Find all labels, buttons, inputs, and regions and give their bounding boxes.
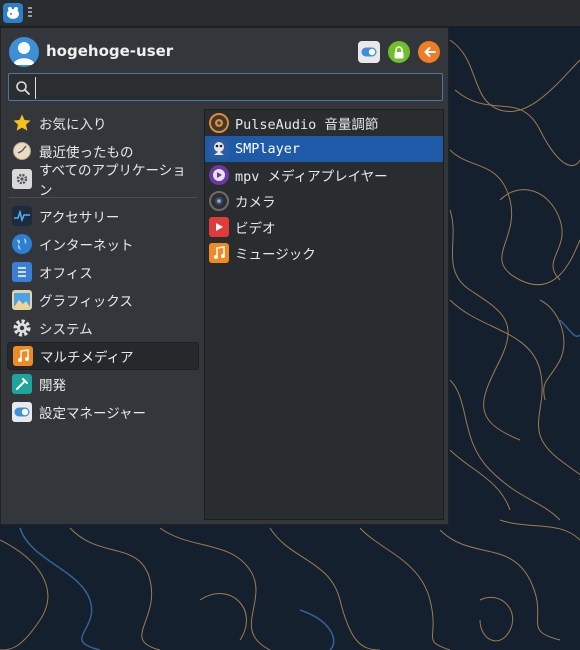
category-office[interactable]: オフィス — [7, 258, 199, 286]
app-label: PulseAudio 音量調節 — [235, 117, 379, 133]
arrow-left-icon — [424, 47, 436, 57]
category-label: 開発 — [39, 378, 66, 394]
app-label: ミュージック — [235, 247, 316, 263]
development-icon — [12, 374, 32, 394]
user-row: hogehoge-user — [9, 37, 440, 67]
xfce-mouse-icon — [7, 7, 19, 19]
apps-gear-icon — [12, 169, 32, 189]
lock-icon — [394, 45, 404, 58]
category-list: お気に入り 最近使ったもの すべてのアプリケーション アクセサリー インターネッ… — [7, 109, 199, 426]
app-label: カメラ — [235, 195, 276, 211]
application-menu: hogehoge-user お気に入り 最近使ったもの すべてのアプリケーション… — [0, 27, 449, 525]
top-panel — [0, 0, 580, 27]
settings-toggle-icon — [12, 402, 32, 422]
app-item-pulseaudio[interactable]: PulseAudio 音量調節 — [205, 110, 443, 136]
video-icon — [209, 217, 229, 237]
search-box — [8, 73, 443, 101]
app-item-mpv[interactable]: mpv メディアプレイヤー — [205, 162, 443, 188]
category-label: アクセサリー — [39, 210, 120, 226]
category-multimedia[interactable]: マルチメディア — [7, 342, 199, 370]
settings-manager-button[interactable] — [358, 41, 380, 63]
camera-icon — [209, 191, 229, 211]
category-label: 最近使ったもの — [39, 145, 134, 161]
category-all-applications[interactable]: すべてのアプリケーション — [7, 163, 199, 199]
user-avatar-icon — [13, 42, 35, 65]
category-system[interactable]: システム — [7, 314, 199, 342]
system-gear-icon — [12, 318, 32, 338]
app-item-music[interactable]: ミュージック — [205, 240, 443, 266]
category-favorites[interactable]: お気に入り — [7, 109, 199, 137]
clock-icon — [12, 141, 32, 161]
category-label: すべてのアプリケーション — [39, 163, 186, 199]
category-label: マルチメディア — [40, 350, 134, 366]
whisker-menu-button[interactable] — [3, 3, 23, 23]
search-icon — [16, 81, 30, 95]
app-item-camera[interactable]: カメラ — [205, 188, 443, 214]
lock-screen-button[interactable] — [388, 41, 410, 63]
office-icon — [12, 262, 32, 282]
category-label: インターネット — [39, 238, 134, 254]
app-label: mpv メディアプレイヤー — [235, 169, 388, 185]
category-graphics[interactable]: グラフィックス — [7, 286, 199, 314]
username: hogehoge-user — [46, 42, 174, 60]
log-out-button[interactable] — [418, 41, 440, 63]
app-item-video[interactable]: ビデオ — [205, 214, 443, 240]
category-label: 設定マネージャー — [39, 406, 147, 422]
search-input[interactable] — [35, 77, 441, 99]
category-label: グラフィックス — [39, 294, 133, 310]
accessories-icon — [12, 206, 32, 226]
category-accessories[interactable]: アクセサリー — [7, 202, 199, 230]
panel-handle[interactable] — [28, 7, 32, 19]
category-internet[interactable]: インターネット — [7, 230, 199, 258]
music-icon — [209, 243, 229, 263]
category-label: オフィス — [39, 266, 93, 282]
application-list: PulseAudio 音量調節 SMPlayer mpv メディアプレイヤー カ… — [204, 109, 444, 520]
category-development[interactable]: 開発 — [7, 370, 199, 398]
graphics-icon — [12, 290, 32, 310]
avatar[interactable] — [9, 37, 39, 67]
smplayer-icon — [209, 139, 229, 159]
globe-icon — [12, 234, 32, 254]
category-label: システム — [39, 322, 93, 338]
category-settings-manager[interactable]: 設定マネージャー — [7, 398, 199, 426]
app-label: ビデオ — [235, 221, 276, 237]
app-item-smplayer[interactable]: SMPlayer — [205, 136, 443, 162]
music-note-icon — [13, 346, 33, 366]
mpv-icon — [209, 165, 229, 185]
toggle-icon — [361, 47, 377, 57]
star-icon — [12, 113, 32, 133]
speaker-icon — [209, 113, 229, 133]
category-label: お気に入り — [39, 117, 107, 133]
app-label: SMPlayer — [235, 141, 301, 157]
